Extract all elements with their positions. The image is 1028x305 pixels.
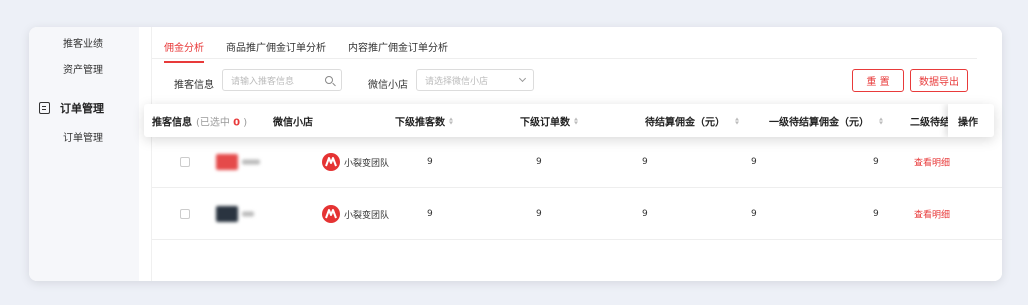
sidebar-item-order-management[interactable]: 订单管理: [63, 129, 103, 144]
selected-count: (已选中 0 ): [196, 113, 247, 128]
table-row: 小裂变团队 9 9 9 9 9 查看明细: [152, 189, 1002, 240]
export-button[interactable]: 数据导出: [910, 69, 968, 92]
sidebar-group-order-management[interactable]: 订单管理: [39, 100, 104, 116]
sub-promoters-value: 9: [427, 157, 433, 167]
promoter-name-blurred: [242, 211, 254, 217]
header-promoter: 推客信息 (已选中 0 ): [152, 113, 247, 128]
sort-icon[interactable]: [574, 117, 578, 124]
selected-prefix: (已选中: [196, 117, 230, 128]
reset-button[interactable]: 重 置: [852, 69, 904, 92]
view-details-link[interactable]: 查看明细: [914, 208, 950, 221]
chevron-down-icon: [518, 74, 527, 83]
header-level2-pending: 二级待结: [910, 117, 950, 128]
table-header: 推客信息 (已选中 0 ) 微信小店 下级推客数 下级订单数 待结算佣金（元） …: [144, 104, 994, 137]
document-icon: [39, 102, 50, 114]
shop-name: 小裂变团队: [344, 158, 390, 169]
row-checkbox[interactable]: [180, 157, 190, 167]
header-pending-commission-label: 待结算佣金（元）: [645, 117, 725, 128]
row-checkbox[interactable]: [180, 209, 190, 219]
main-content: 佣金分析 商品推广佣金订单分析 内容推广佣金订单分析 推客信息 请输入推客信息 …: [151, 27, 1002, 281]
header-level1-pending[interactable]: 一级待结算佣金（元）: [769, 113, 883, 128]
promoter-search-input[interactable]: 请输入推客信息: [222, 69, 342, 91]
shop-cell: 小裂变团队: [322, 205, 389, 223]
selected-count-number: 0: [233, 117, 241, 128]
header-sub-orders[interactable]: 下级订单数: [520, 113, 578, 128]
sub-orders-value: 9: [536, 157, 542, 167]
sub-promoters-value: 9: [427, 209, 433, 219]
sort-icon[interactable]: [879, 117, 883, 124]
tabs-divider: [152, 58, 977, 59]
promoter-avatar: [216, 154, 238, 170]
app-window: 推客业绩 资产管理 订单管理 订单管理 佣金分析 商品推广佣金订单分析 内容推广…: [29, 27, 1002, 281]
actions-header-cell: 操作: [948, 104, 994, 137]
promoter-filter-label: 推客信息: [174, 80, 214, 91]
sort-icon[interactable]: [449, 117, 453, 124]
level2-pending-value: 9: [873, 157, 879, 167]
level1-pending-value: 9: [751, 209, 757, 219]
header-shop: 微信小店: [273, 117, 313, 128]
shop-name: 小裂变团队: [344, 210, 390, 221]
selected-suffix: ): [243, 117, 248, 128]
sidebar-item-promoter-performance[interactable]: 推客业绩: [63, 35, 103, 50]
header-level1-pending-label: 一级待结算佣金（元）: [769, 117, 869, 128]
shop-logo-icon: [322, 205, 340, 223]
promoter-name-blurred: [242, 159, 260, 165]
header-sub-promoters-label: 下级推客数: [395, 117, 445, 128]
header-sub-orders-label: 下级订单数: [520, 117, 570, 128]
sort-icon[interactable]: [735, 117, 739, 124]
shop-cell: 小裂变团队: [322, 153, 389, 171]
pending-commission-value: 9: [642, 157, 648, 167]
promoter-avatar: [216, 206, 238, 222]
tab-bar: 佣金分析 商品推广佣金订单分析 内容推广佣金订单分析: [164, 39, 448, 63]
header-actions: 操作: [958, 117, 978, 128]
tab-content-commission-orders[interactable]: 内容推广佣金订单分析: [348, 39, 448, 63]
shop-filter-label: 微信小店: [368, 80, 408, 91]
shop-select-placeholder: 请选择微信小店: [425, 76, 489, 87]
table-row: 小裂变团队 9 9 9 9 9 查看明细: [152, 137, 1002, 188]
tab-commission-analysis[interactable]: 佣金分析: [164, 39, 204, 63]
shop-logo-icon: [322, 153, 340, 171]
header-promoter-label: 推客信息: [152, 117, 192, 128]
level1-pending-value: 9: [751, 157, 757, 167]
sidebar-group-label: 订单管理: [60, 102, 104, 115]
shop-select[interactable]: 请选择微信小店: [416, 69, 534, 91]
view-details-link[interactable]: 查看明细: [914, 156, 950, 169]
sidebar-item-asset-management[interactable]: 资产管理: [63, 61, 103, 76]
level2-pending-value: 9: [873, 209, 879, 219]
sidebar: 推客业绩 资产管理 订单管理 订单管理: [29, 27, 139, 281]
search-icon[interactable]: [325, 76, 333, 84]
promoter-search-placeholder: 请输入推客信息: [231, 76, 295, 87]
pending-commission-value: 9: [642, 209, 648, 219]
header-sub-promoters[interactable]: 下级推客数: [395, 113, 453, 128]
sub-orders-value: 9: [536, 209, 542, 219]
tab-product-commission-orders[interactable]: 商品推广佣金订单分析: [226, 39, 326, 63]
header-pending-commission[interactable]: 待结算佣金（元）: [645, 113, 739, 128]
